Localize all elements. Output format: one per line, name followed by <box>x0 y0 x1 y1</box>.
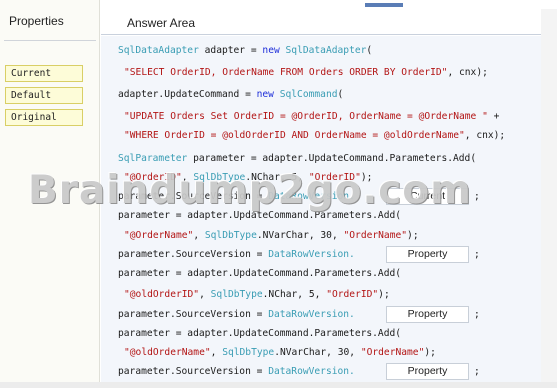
code-token: , cnx); <box>464 130 506 141</box>
code-token: , <box>199 289 211 300</box>
code-token: SqlDataAdapter <box>118 45 199 56</box>
code-line: "@oldOrderID", SqlDbType.NChar, 5, "Orde… <box>124 289 390 301</box>
code-token: ); <box>407 230 419 241</box>
code-token: ); <box>378 289 390 300</box>
code-line: parameter.SourceVersion = DataRowVersion… <box>118 366 355 378</box>
code-token: new <box>262 45 280 56</box>
code-line: SqlParameter parameter = adapter.UpdateC… <box>118 153 476 165</box>
code-token: "OrderName" <box>343 230 408 241</box>
code-token: new <box>256 89 274 100</box>
code-line: "@oldOrderName", SqlDbType.NVarChar, 30,… <box>124 347 436 359</box>
code-line: parameter = adapter.UpdateCommand.Parame… <box>118 328 401 340</box>
code-line: parameter.SourceVersion = DataRowVersion… <box>118 309 355 321</box>
code-token: ( <box>366 45 373 56</box>
statement-semicolon: ; <box>474 309 480 320</box>
code-line: "SELECT OrderID, OrderName FROM Orders O… <box>124 67 488 79</box>
drag-drop-question: Properties Current Default Original Answ… <box>0 0 557 388</box>
code-line: parameter.SourceVersion = DataRowVersion… <box>118 249 355 261</box>
right-gutter <box>541 9 557 388</box>
code-token: DataRowVersion. <box>268 249 355 260</box>
code-token: , <box>193 230 205 241</box>
code-line: SqlDataAdapter adapter = new SqlDataAdap… <box>118 45 372 57</box>
properties-title: Properties <box>9 14 64 28</box>
code-token: "OrderName" <box>360 347 425 358</box>
prop-default[interactable]: Default <box>5 87 83 104</box>
code-token: parameter = adapter.UpdateCommand.Parame… <box>118 328 402 339</box>
watermark-text: Braindump2go.com <box>28 168 472 213</box>
code-token: "@OrderName" <box>124 230 194 241</box>
code-token: SqlDbType <box>210 289 263 300</box>
code-token: parameter.SourceVersion = <box>118 366 269 377</box>
prop-current[interactable]: Current <box>5 65 83 82</box>
statement-semicolon: ; <box>474 249 480 260</box>
horizontal-scrollbar[interactable] <box>0 382 557 388</box>
code-token: .NVarChar, 30, <box>274 347 361 358</box>
code-token: DataRowVersion. <box>268 309 355 320</box>
code-token: "UPDATE Orders Set OrderID = @OrderID, O… <box>124 111 488 122</box>
code-line: adapter.UpdateCommand = new SqlCommand( <box>118 89 343 101</box>
code-token: , <box>210 347 223 358</box>
code-line: parameter = adapter.UpdateCommand.Parame… <box>118 268 401 280</box>
statement-semicolon: ; <box>474 366 480 377</box>
code-token: SqlParameter <box>118 153 188 164</box>
properties-divider <box>4 40 96 41</box>
answer-drop-slot[interactable]: Property <box>386 363 469 380</box>
code-token: DataRowVersion. <box>268 366 355 377</box>
code-token: "OrderID" <box>326 289 379 300</box>
code-token: adapter = <box>198 45 263 56</box>
code-token: "SELECT OrderID, OrderName FROM Orders O… <box>124 67 448 78</box>
code-token: "@oldOrderName" <box>124 347 211 358</box>
code-token: parameter.SourceVersion = <box>118 249 269 260</box>
prop-original[interactable]: Original <box>5 109 83 126</box>
code-token: parameter = adapter.UpdateCommand.Parame… <box>118 268 402 279</box>
code-token: SqlDbType <box>222 347 275 358</box>
top-accent-bar <box>365 3 403 7</box>
code-line: "UPDATE Orders Set OrderID = @OrderID, O… <box>124 111 499 123</box>
code-line: "WHERE OrderID = @oldOrderID AND OrderNa… <box>124 130 505 142</box>
code-token: "@oldOrderID" <box>124 289 200 300</box>
code-token: adapter.UpdateCommand = <box>118 89 257 100</box>
code-token: SqlDataAdapter <box>285 45 367 56</box>
code-token: ); <box>424 347 436 358</box>
code-token: SqlDbType <box>204 230 257 241</box>
code-token: "WHERE OrderID = @oldOrderID AND OrderNa… <box>124 130 465 141</box>
answer-drop-slot[interactable]: Property <box>386 306 469 323</box>
answer-area-header: Answer Area <box>101 9 541 35</box>
code-token: parameter.SourceVersion = <box>118 309 269 320</box>
answer-drop-slot[interactable]: Property <box>386 246 469 263</box>
code-token: SqlCommand <box>279 89 338 100</box>
code-token: parameter = adapter.UpdateCommand.Parame… <box>187 153 477 164</box>
answer-area-title: Answer Area <box>127 16 196 30</box>
code-token: , cnx); <box>447 67 488 78</box>
code-token: ( <box>337 89 344 100</box>
code-token: .NChar, 5, <box>262 289 327 300</box>
code-token: .NVarChar, 30, <box>256 230 344 241</box>
code-line: "@OrderName", SqlDbType.NVarChar, 30, "O… <box>124 230 419 242</box>
code-token: + <box>487 111 500 122</box>
statement-semicolon: ; <box>474 191 480 202</box>
